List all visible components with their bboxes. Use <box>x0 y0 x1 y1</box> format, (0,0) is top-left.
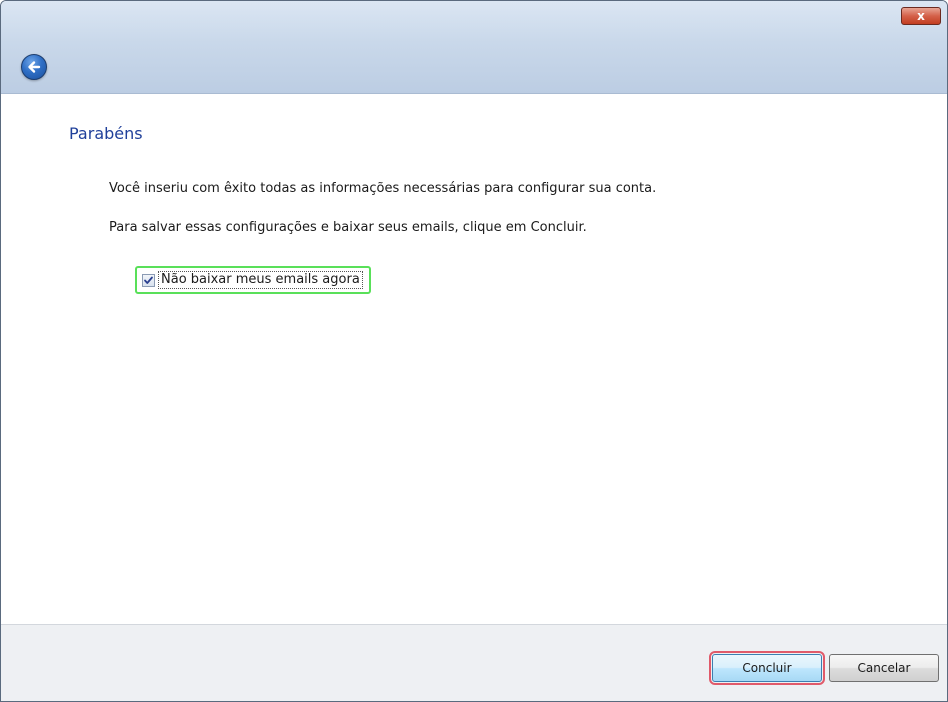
finish-button[interactable]: Concluir <box>709 651 825 685</box>
success-message: Você inseriu com êxito todas as informaç… <box>109 181 657 196</box>
dont-download-option[interactable]: Não baixar meus emails agora <box>135 266 371 294</box>
title-bar: x <box>1 1 947 94</box>
close-icon: x <box>917 9 925 23</box>
wizard-window: x Parabéns Você inseriu com êxito todas … <box>0 0 948 702</box>
checkmark-icon <box>144 276 153 284</box>
back-arrow-icon <box>28 61 41 73</box>
close-button[interactable]: x <box>901 7 941 25</box>
back-button[interactable] <box>21 54 47 80</box>
dont-download-label[interactable]: Não baixar meus emails agora <box>158 271 363 289</box>
button-bar: Concluir Cancelar <box>1 624 947 701</box>
cancel-button[interactable]: Cancelar <box>829 654 939 682</box>
instruction-message: Para salvar essas configurações e baixar… <box>109 220 587 235</box>
wizard-content: Parabéns Você inseriu com êxito todas as… <box>1 94 947 624</box>
dont-download-checkbox[interactable] <box>142 273 155 287</box>
page-title: Parabéns <box>69 124 143 143</box>
